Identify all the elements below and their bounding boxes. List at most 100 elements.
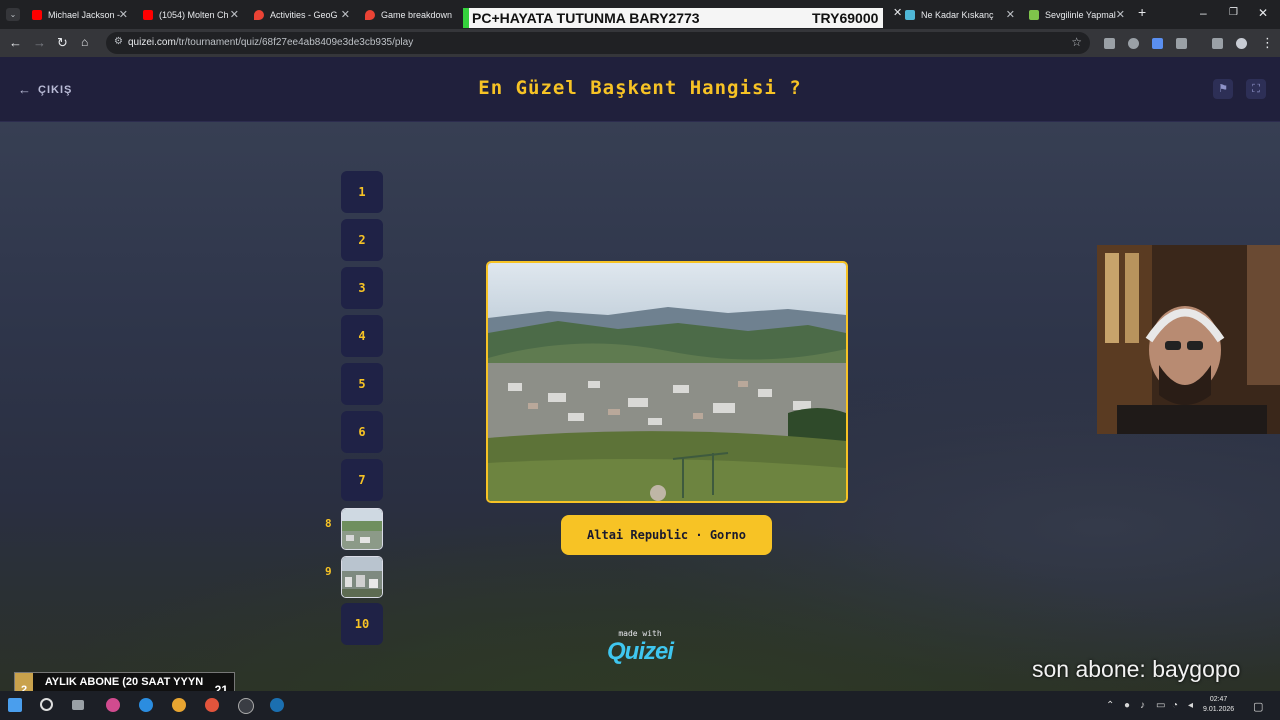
tab-search-button[interactable]: ⌄ [6, 8, 20, 21]
windows-start-icon[interactable] [8, 698, 22, 712]
url-text: quizei.com/tr/tournament/quiz/68f27ee4ab… [128, 37, 413, 48]
close-tab-icon[interactable]: ✕ [1006, 8, 1015, 21]
answer-option-button[interactable]: Altai Republic · Gorno [561, 515, 772, 555]
flag-button[interactable]: ⚑ [1213, 79, 1233, 99]
fullscreen-button[interactable]: ⛶ [1246, 79, 1266, 99]
round-10[interactable]: 10 [341, 603, 383, 645]
network-icon[interactable]: ▭ [1156, 700, 1165, 711]
browser-tab-5[interactable]: Ne Kadar Kıskanç ✕ [905, 4, 1015, 26]
tab-title: Activities - GeoG [270, 10, 338, 20]
sub-goal-current: 2 [15, 673, 33, 691]
obs-icon[interactable] [238, 698, 254, 714]
edge-icon[interactable] [139, 698, 153, 712]
extension-icon[interactable] [1152, 38, 1163, 49]
media-icon[interactable] [1212, 38, 1223, 49]
streamer-webcam-image [1097, 245, 1280, 434]
clock-date: 9.01.2026 [1203, 706, 1235, 713]
browser-toolbar: ← → ↻ ⌂ ⚙ quizei.com/tr/tournament/quiz/… [0, 29, 1280, 57]
tab-title: Ne Kadar Kıskanç [921, 10, 994, 20]
notifications-icon[interactable]: ▢ [1253, 700, 1263, 713]
round-7[interactable]: 7 [341, 459, 383, 501]
extension-icon[interactable] [1104, 38, 1115, 49]
round-1[interactable]: 1 [341, 171, 383, 213]
tab-title: Game breakdown [381, 10, 453, 20]
made-with-label: made with [618, 629, 662, 638]
city-landscape-image [488, 263, 846, 501]
back-arrow-icon[interactable]: ← [9, 35, 22, 50]
webcam-overlay [1097, 245, 1280, 434]
flag-icon: ⚑ [1218, 83, 1228, 95]
last-subscriber-text: son abone: baygopo [1032, 656, 1241, 682]
task-view-icon[interactable] [72, 700, 84, 710]
city-thumbnail-image [342, 557, 382, 597]
close-tab-icon[interactable]: ✕ [1116, 8, 1125, 21]
round-4[interactable]: 4 [341, 315, 383, 357]
puzzle-icon[interactable] [1176, 38, 1187, 49]
quiz-photo[interactable] [486, 261, 848, 503]
quiz-page: ← ÇIKIŞ En Güzel Başkent Hangisi ? ⚑ ⛶ 1… [0, 57, 1280, 691]
site-icon [1029, 10, 1039, 20]
browser-tab-6[interactable]: Sevgilinle Yapmal ✕ [1029, 4, 1125, 26]
round-8-number: 8 [325, 517, 332, 530]
shield-icon[interactable] [1128, 38, 1139, 49]
home-icon[interactable]: ⌂ [81, 35, 88, 49]
browser-menu-icon[interactable]: ⋮ [1261, 35, 1274, 51]
round-2[interactable]: 2 [341, 219, 383, 261]
taskbar-clock[interactable]: 02:47 9.01.2026 [1203, 695, 1234, 715]
tray-chevron-icon[interactable]: ⌃ [1106, 700, 1114, 711]
microphone-icon[interactable]: ♪ [1140, 700, 1145, 711]
steam-icon[interactable] [270, 698, 284, 712]
volume-icon[interactable]: ◂ [1188, 700, 1193, 711]
round-6[interactable]: 6 [341, 411, 383, 453]
round-9-thumbnail[interactable] [341, 556, 383, 598]
round-5[interactable]: 5 [341, 363, 383, 405]
windows-taskbar: ⌃ ● ♪ ▭ ◔ ◂ 02:47 9.01.2026 ▢ [0, 691, 1280, 720]
made-with-quizei[interactable]: made with Quizei [599, 629, 681, 666]
forward-arrow-icon[interactable]: → [33, 35, 46, 50]
tab-title: (1054) Molten Ch [159, 10, 229, 20]
wifi-icon[interactable]: ◔ [1172, 700, 1178, 711]
search-icon[interactable] [40, 698, 53, 711]
tray-app-icon[interactable]: ● [1124, 700, 1130, 711]
quiz-title: En Güzel Başkent Hangisi ? [478, 77, 802, 99]
browser-tab-1[interactable]: Michael Jackson - ✕ [32, 4, 128, 26]
window-close-icon[interactable]: ✕ [1258, 6, 1268, 20]
round-8-thumbnail[interactable] [341, 508, 383, 550]
minimize-icon[interactable]: – [1200, 6, 1207, 20]
browser-tab-2[interactable]: (1054) Molten Ch ✕ [143, 4, 239, 26]
restore-icon[interactable]: ❐ [1229, 7, 1238, 18]
banner-left-text: PC+HAYATA TUTUNMA BARY2773 [472, 10, 700, 26]
close-tab-icon[interactable]: ✕ [341, 8, 350, 21]
profile-avatar-icon[interactable] [1236, 38, 1247, 49]
subscriber-goal-bar: 2 AYLIK ABONE (20 SAAT YYYN 21 [14, 672, 235, 691]
youtube-icon [32, 10, 42, 20]
site-icon [905, 10, 915, 20]
new-tab-icon[interactable]: + [1138, 4, 1146, 20]
quiz-header: ← ÇIKIŞ En Güzel Başkent Hangisi ? ⚑ ⛶ [0, 57, 1280, 122]
app-icon[interactable] [106, 698, 120, 712]
banner-right-text: TRY69000 [812, 10, 879, 26]
address-bar[interactable]: ⚙ quizei.com/tr/tournament/quiz/68f27ee4… [106, 32, 1090, 54]
quizei-logo: Quizei [606, 638, 674, 665]
round-9-number: 9 [325, 565, 332, 578]
close-tab-icon[interactable]: ✕ [230, 8, 239, 21]
donation-overlay-banner: PC+HAYATA TUTUNMA BARY2773 TRY69000 [463, 8, 883, 28]
sub-goal-target: 21 [214, 683, 228, 691]
banner-accent [463, 8, 469, 28]
city-thumbnail-image [342, 509, 382, 549]
browser-tab-3[interactable]: Activities - GeoG ✕ [254, 4, 350, 26]
round-3[interactable]: 3 [341, 267, 383, 309]
clock-time: 02:47 [1209, 696, 1228, 703]
browser-tab-4[interactable]: Game breakdown [365, 4, 460, 26]
bookmark-star-icon[interactable]: ☆ [1071, 35, 1082, 49]
sub-goal-text: AYLIK ABONE (20 SAAT YYYN [44, 676, 204, 688]
reload-icon[interactable]: ↻ [57, 35, 68, 51]
chrome-icon[interactable] [172, 698, 186, 712]
firefox-icon[interactable] [205, 698, 219, 712]
close-tab-icon[interactable]: ✕ [119, 8, 128, 21]
url-domain: quizei.com [128, 37, 176, 48]
location-pin-icon [254, 10, 264, 20]
site-settings-icon[interactable]: ⚙ [114, 36, 123, 47]
close-tab-icon[interactable]: ✕ [893, 6, 902, 19]
location-pin-icon [365, 10, 375, 20]
